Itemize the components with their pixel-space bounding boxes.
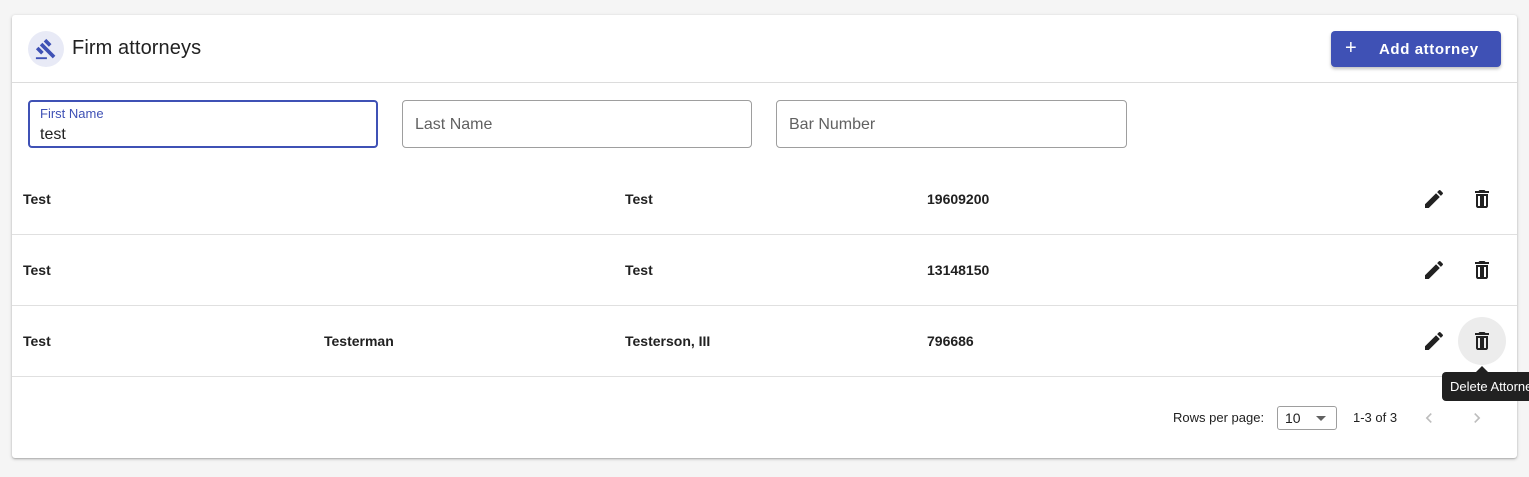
delete-icon[interactable] <box>1458 317 1506 365</box>
pagination-range: 1-3 of 3 <box>1353 410 1398 425</box>
caret-down-icon <box>1316 416 1326 421</box>
first-name-value: test <box>40 126 66 143</box>
attorneys-card: Firm attorneys + Add attorney First Name… <box>12 15 1517 458</box>
first-name-field[interactable]: First Name test <box>28 100 378 148</box>
plus-icon: + <box>1345 37 1357 59</box>
delete-icon[interactable] <box>1458 246 1506 294</box>
delete-icon[interactable] <box>1458 175 1506 223</box>
last-name-cell: Testerson, III <box>625 333 711 349</box>
last-name-field[interactable]: Last Name <box>402 100 752 148</box>
rows-per-page-label: Rows per page: <box>1173 410 1265 425</box>
first-name-cell: Test <box>23 333 51 349</box>
last-name-cell: Test <box>625 262 653 278</box>
chevron-left-icon[interactable] <box>1415 404 1443 432</box>
add-attorney-button[interactable]: + Add attorney <box>1331 31 1501 67</box>
middle-name-cell: Testerman <box>324 333 394 349</box>
table-row[interactable]: Test Testerman Testerson, III 796686 <box>12 306 1517 377</box>
edit-icon[interactable] <box>1410 246 1458 294</box>
chevron-right-icon[interactable] <box>1463 404 1491 432</box>
rows-per-page-select[interactable]: 10 <box>1277 406 1337 430</box>
table-row[interactable]: Test Test 13148150 <box>12 235 1517 306</box>
gavel-icon <box>28 31 64 67</box>
bar-number-field[interactable]: Bar Number <box>776 100 1127 148</box>
bar-number-cell: 19609200 <box>927 191 990 207</box>
last-name-cell: Test <box>625 191 653 207</box>
bar-number-placeholder: Bar Number <box>789 116 876 133</box>
first-name-cell: Test <box>23 262 51 278</box>
edit-icon[interactable] <box>1410 317 1458 365</box>
delete-tooltip: Delete Attorney <box>1442 372 1529 401</box>
last-name-placeholder: Last Name <box>415 116 493 133</box>
table-row[interactable]: Test Test 19609200 <box>12 164 1517 235</box>
bar-number-cell: 796686 <box>927 333 974 349</box>
page-title: Firm attorneys <box>72 37 202 59</box>
add-attorney-label: Add attorney <box>1379 41 1479 58</box>
edit-icon[interactable] <box>1410 175 1458 223</box>
card-header: Firm attorneys + Add attorney <box>12 15 1517 83</box>
rows-per-page-value: 10 <box>1285 410 1301 426</box>
bar-number-cell: 13148150 <box>927 262 990 278</box>
first-name-cell: Test <box>23 191 51 207</box>
first-name-label: First Name <box>40 106 104 121</box>
